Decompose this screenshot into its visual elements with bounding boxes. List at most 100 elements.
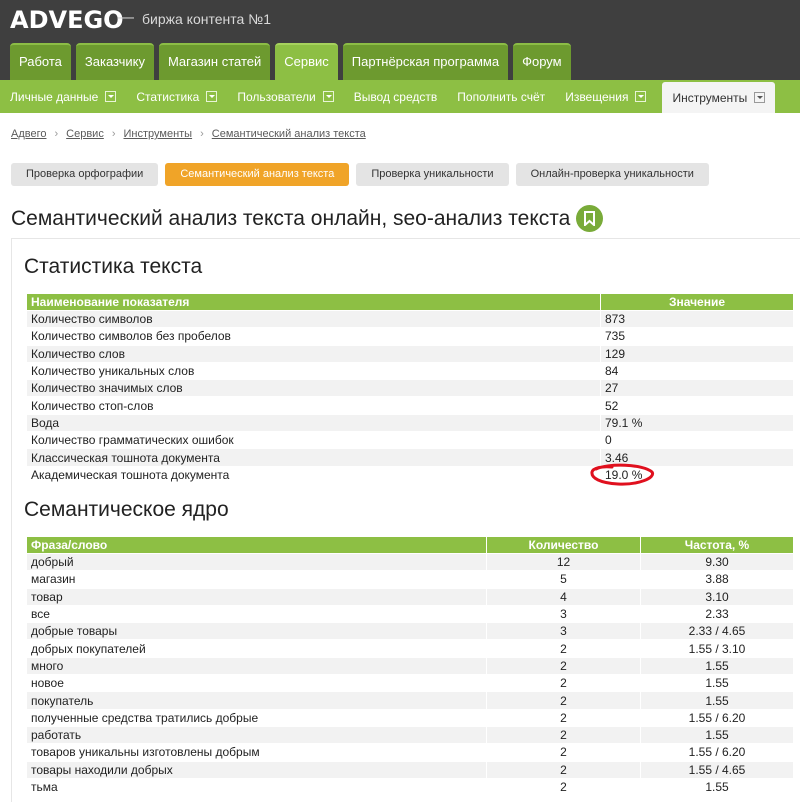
stats-value-cell: 27 (600, 379, 794, 398)
chevron-down-icon[interactable] (322, 91, 334, 102)
subnav-item-label: Пополнить счёт (457, 89, 546, 104)
stats-indicator-cell: Количество слов (26, 344, 601, 363)
subnav-item-label: Личные данные (10, 89, 99, 104)
core-row: магазин 5 3.88 (26, 570, 794, 589)
core-frequency-cell: 1.55 (640, 656, 794, 676)
core-count-cell: 3 (486, 604, 641, 624)
chevron-down-icon[interactable] (105, 91, 117, 102)
stats-value-cell: 129 (600, 344, 794, 363)
core-row: тьма 2 1.55 (26, 777, 794, 797)
sub-navigation: Личные данные Статистика Пользователи Вывод… (0, 80, 800, 113)
core-row: новое 2 1.55 (26, 674, 794, 693)
core-row: полученные средства тратились добрые 2 1.5… (26, 708, 794, 727)
subnav-item-6[interactable]: Инструменты (662, 82, 776, 113)
core-header-frequency: Частота, % (640, 536, 794, 554)
chevron-down-icon[interactable] (206, 91, 218, 102)
core-phrase-cell: добрых покупателей (26, 639, 487, 658)
core-phrase-cell: много (26, 656, 487, 676)
breadcrumb-link-1[interactable]: Сервис (66, 128, 104, 140)
core-row: работать 2 1.55 (26, 725, 794, 745)
subnav-item-2[interactable]: Пользователи (227, 80, 343, 113)
core-count-cell: 2 (486, 725, 641, 745)
stats-row: Вода 79.1 % (26, 413, 794, 433)
core-count-cell: 2 (486, 674, 641, 693)
subnav-item-label: Инструменты (672, 90, 748, 105)
core-count-cell: 2 (486, 743, 641, 762)
bookmark-icon[interactable] (576, 205, 604, 232)
core-row: добрых покупателей 2 1.55 / 3.10 (26, 639, 794, 658)
breadcrumb-separator-icon: › (54, 128, 59, 140)
core-count-cell: 2 (486, 639, 641, 658)
stats-row: Количество символов без пробелов 735 (26, 327, 794, 346)
core-phrase-cell: работать (26, 725, 487, 745)
core-row: товаров уникальны изготовлены добрым 2 1.5… (26, 743, 794, 762)
main-tab-3[interactable]: Сервис (275, 43, 338, 80)
tool-button-1[interactable]: Семантический анализ текста (165, 163, 350, 186)
core-frequency-cell: 1.55 (640, 691, 794, 710)
subnav-item-1[interactable]: Статистика (126, 80, 227, 113)
core-count-cell: 2 (486, 691, 641, 710)
stats-row: Классическая тошнота документа 3.46 (26, 448, 794, 467)
main-tabs: Работа Заказчику Магазин статей Сервис Партн… (10, 43, 576, 80)
core-count-cell: 2 (486, 777, 641, 797)
breadcrumb-link-3[interactable]: Семантический анализ текста (212, 128, 366, 140)
main-tab-4[interactable]: Партнёрская программа (342, 43, 509, 80)
core-phrase-cell: товары находили добрых (26, 760, 487, 779)
stats-row: Количество значимых слов 27 (26, 379, 794, 398)
stats-indicator-cell: Академическая тошнота документа (26, 465, 601, 484)
stats-indicator-cell: Вода (26, 413, 601, 433)
subnav-item-label: Статистика (136, 89, 200, 104)
tool-button-3[interactable]: Онлайн-проверка уникальности (515, 163, 709, 186)
core-row: товар 4 3.10 (26, 587, 794, 606)
tool-button-0[interactable]: Проверка орфографии (11, 163, 159, 186)
core-frequency-cell: 1.55 (640, 777, 794, 797)
chevron-down-icon[interactable] (754, 92, 766, 103)
stats-header-indicator: Наименование показателя (26, 293, 601, 311)
stats-indicator-cell: Количество символов без пробелов (26, 327, 601, 346)
core-row: товары находили добрых 2 1.55 / 4.65 (26, 760, 794, 779)
stats-row: Количество слов 129 (26, 344, 794, 363)
stats-value-cell: 0 (600, 431, 794, 450)
core-frequency-cell: 1.55 (640, 725, 794, 745)
core-phrase-cell: товаров уникальны изготовлены добрым (26, 743, 487, 762)
core-phrase-cell: все (26, 604, 487, 624)
logo-dash: — (118, 9, 134, 26)
core-count-cell: 3 (486, 622, 641, 641)
tool-button-2[interactable]: Проверка уникальности (356, 163, 509, 186)
stats-row: Количество уникальных слов 84 (26, 361, 794, 381)
core-row: покупатель 2 1.55 (26, 691, 794, 710)
breadcrumb-link-0[interactable]: Адвего (11, 128, 46, 140)
stats-value-cell: 79.1 % (600, 413, 794, 433)
subnav-item-4[interactable]: Пополнить счёт (447, 80, 555, 113)
stats-row: Количество символов 873 (26, 309, 794, 329)
core-row: добрый 12 9.30 (26, 552, 794, 572)
main-tab-2[interactable]: Магазин статей (158, 43, 271, 80)
stats-indicator-cell: Количество стоп-слов (26, 396, 601, 415)
subnav-item-5[interactable]: Извещения (555, 80, 656, 113)
subnav-item-0[interactable]: Личные данные (0, 80, 126, 113)
subnav-item-3[interactable]: Вывод средств (344, 80, 448, 113)
subnav-item-label: Вывод средств (353, 89, 438, 104)
subnav-item-label: Пользователи (237, 89, 316, 104)
stats-table: Наименование показателя Значение Количес… (26, 293, 794, 484)
breadcrumb-link-2[interactable]: Инструменты (124, 128, 193, 140)
chevron-down-icon[interactable] (635, 91, 647, 102)
site-tagline: биржа контента №1 (142, 11, 271, 27)
core-phrase-cell: полученные средства тратились добрые (26, 708, 487, 727)
site-logo[interactable]: ADVEGO (10, 6, 124, 34)
core-count-cell: 2 (486, 656, 641, 676)
core-row: добрые товары 3 2.33 / 4.65 (26, 622, 794, 641)
stats-section-title: Статистика текста (24, 255, 203, 278)
core-phrase-cell: тьма (26, 777, 487, 797)
main-tab-0[interactable]: Работа (10, 43, 71, 80)
stats-indicator-cell: Количество уникальных слов (26, 361, 601, 381)
main-tab-1[interactable]: Заказчику (75, 43, 154, 80)
core-count-cell: 2 (486, 760, 641, 779)
stats-indicator-cell: Классическая тошнота документа (26, 448, 601, 467)
core-row: все 3 2.33 (26, 604, 794, 624)
main-tab-5[interactable]: Форум (513, 43, 571, 80)
stats-value-cell: 873 (600, 309, 794, 329)
page-title-text: Семантический анализ текста онлайн, seo-… (11, 206, 571, 230)
semantic-core-table: Фраза/слово Количество Частота, % добрый… (26, 536, 794, 797)
core-frequency-cell: 2.33 (640, 604, 794, 624)
